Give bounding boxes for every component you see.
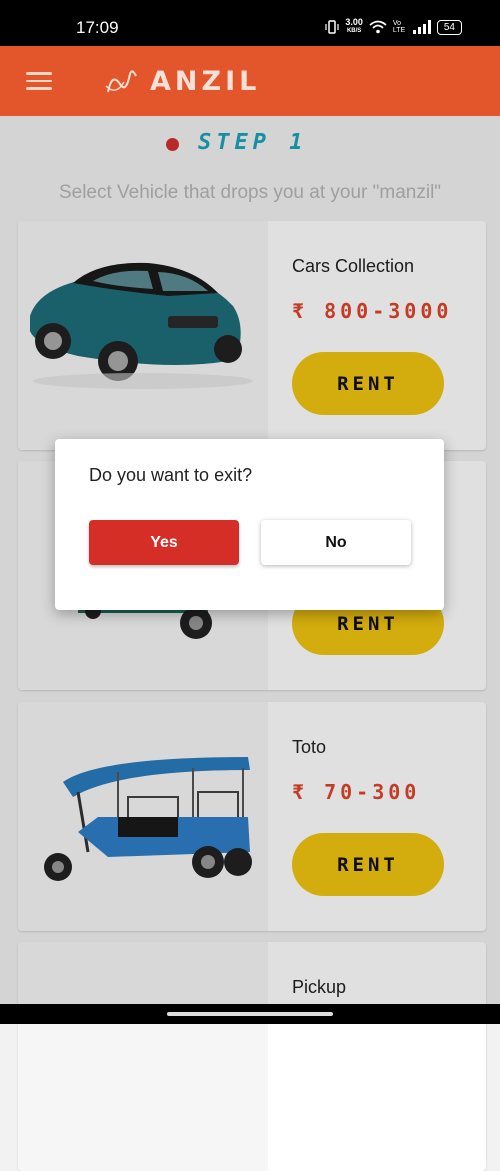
exit-dialog: Do you want to exit? Yes No [55, 439, 444, 610]
net-speed: 3.00 KB/S [345, 18, 363, 36]
net-speed-value: 3.00 [345, 17, 363, 27]
home-indicator[interactable] [167, 1012, 333, 1016]
dialog-question: Do you want to exit? [89, 465, 253, 485]
volte-label: Vo LTE [392, 20, 406, 34]
navigation-bar [0, 1004, 500, 1024]
wifi-icon [369, 20, 387, 34]
status-icons: 3.00 KB/S Vo LTE 54 [325, 18, 462, 36]
logo-icon [105, 70, 137, 93]
status-time: 17:09 [76, 18, 119, 37]
logo-text: ANZIL [150, 66, 261, 97]
net-speed-unit: KB/S [346, 28, 362, 34]
status-bar: 17:09 3.00 KB/S Vo LTE 54 [0, 0, 500, 46]
battery-icon: 54 [436, 19, 462, 35]
menu-icon[interactable] [26, 72, 52, 90]
yes-button[interactable]: Yes [89, 520, 239, 565]
signal-icon [412, 20, 431, 34]
vibrate-icon [325, 20, 339, 34]
app-bar: ANZIL [0, 46, 500, 116]
no-button[interactable]: No [261, 520, 411, 565]
